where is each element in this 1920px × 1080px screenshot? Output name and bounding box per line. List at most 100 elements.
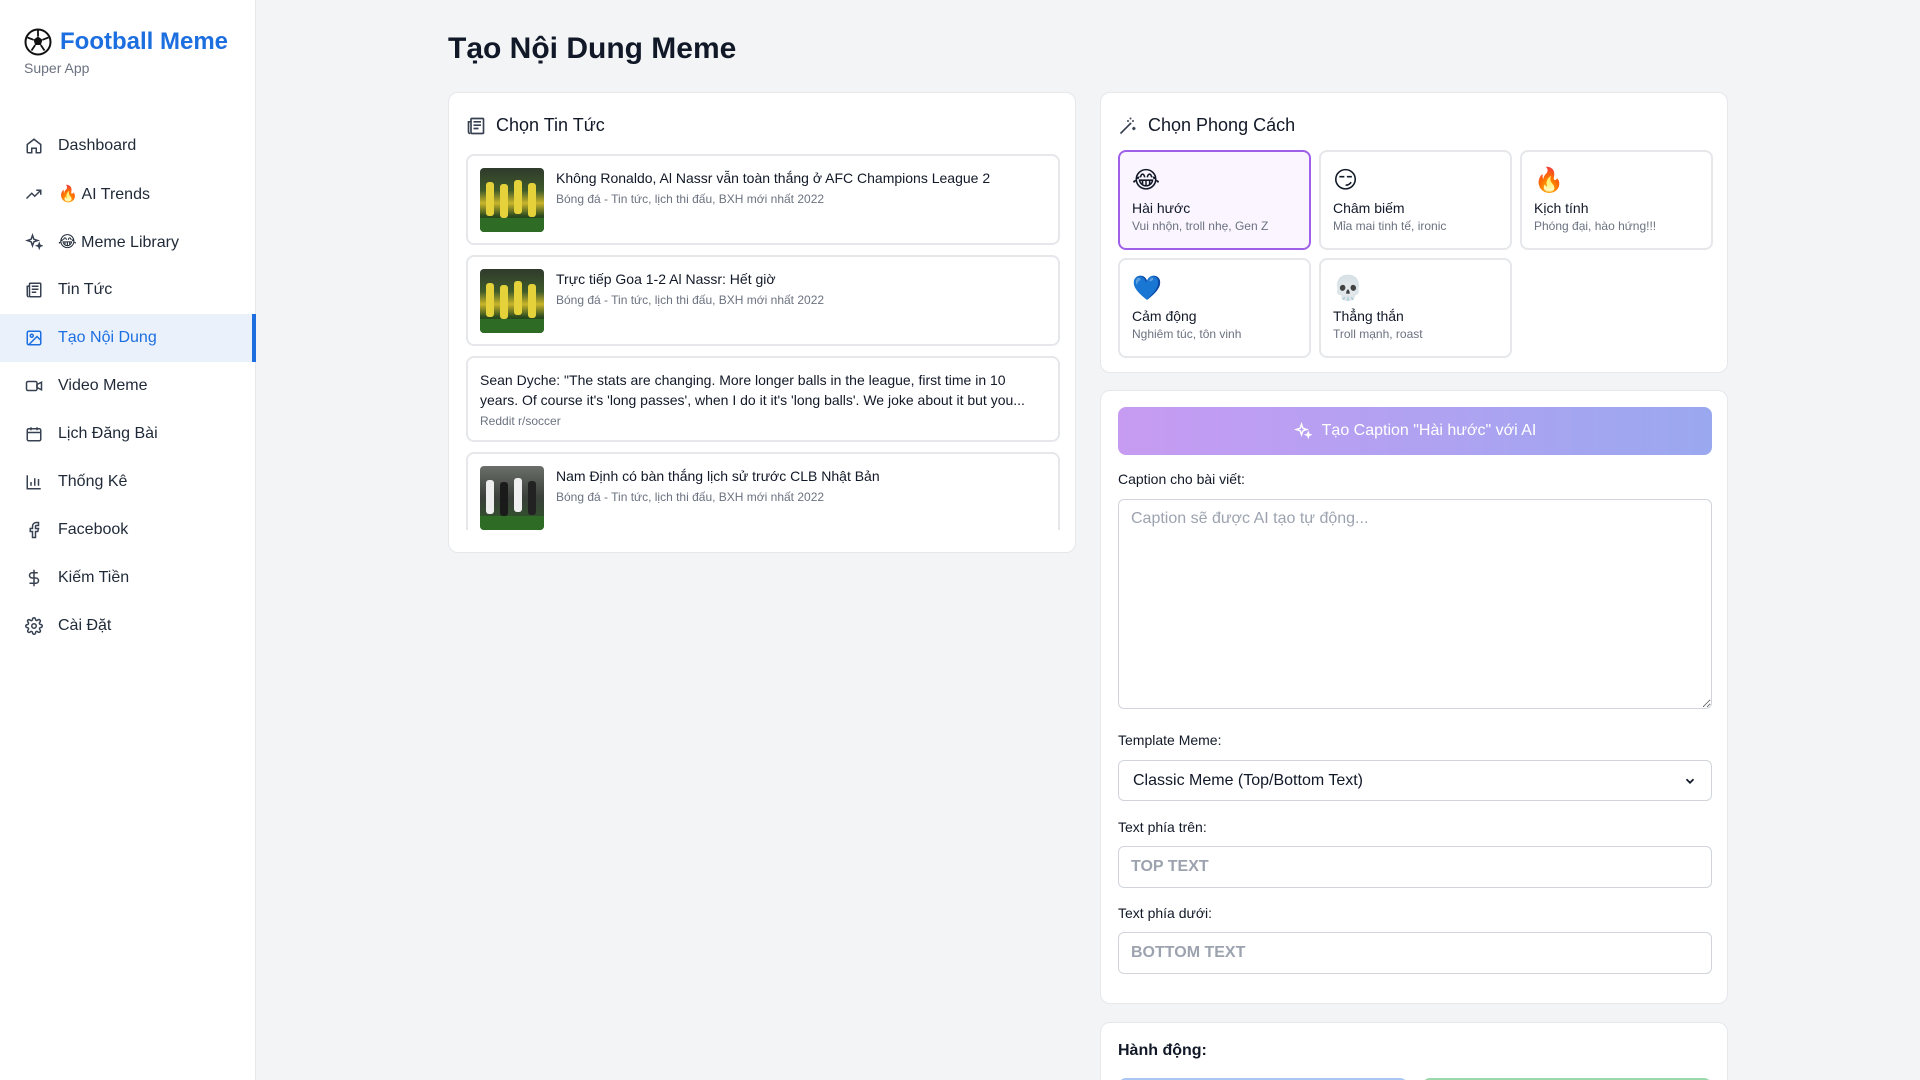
- brand: Football Meme Super App: [0, 0, 255, 76]
- news-title: Sean Dyche: "The stats are changing. Mor…: [480, 372, 1025, 408]
- actions-heading: Hành động:: [1118, 1042, 1207, 1059]
- sidebar-item-cai-dat[interactable]: Cài Đặt: [0, 602, 255, 650]
- style-option-cam-dong[interactable]: 💙 Cảm động Nghiêm túc, tôn vinh: [1118, 258, 1311, 358]
- style-option-thang-than[interactable]: 💀 Thẳng thắn Troll mạnh, roast: [1319, 258, 1512, 358]
- magic-wand-icon: [1119, 117, 1136, 134]
- sidebar-item-label: Facebook: [58, 521, 129, 538]
- sparkles-icon: [1293, 422, 1312, 440]
- sidebar-item-label: Thống Kê: [58, 473, 128, 490]
- style-name: Kịch tính: [1534, 200, 1589, 216]
- style-description: Nghiêm túc, tôn vinh: [1132, 327, 1242, 341]
- template-select[interactable]: Classic Meme (Top/Bottom Text): [1118, 760, 1712, 801]
- sidebar-item-label: Dashboard: [58, 137, 137, 154]
- news-heading: Chọn Tin Tức: [466, 115, 605, 136]
- news-source: Bóng đá - Tin tức, lịch thi đấu, BXH mới…: [556, 293, 825, 307]
- style-option-kich-tinh[interactable]: 🔥 Kịch tính Phóng đại, hào hứng!!!: [1520, 150, 1713, 250]
- style-description: Troll mạnh, roast: [1333, 327, 1423, 341]
- trending-up-icon: [24, 184, 44, 204]
- sidebar-item-label: Lịch Đăng Bài: [58, 425, 158, 442]
- style-option-cham-biem[interactable]: 😏 Châm biếm Mỉa mai tinh tế, ironic: [1319, 150, 1512, 250]
- calendar-icon: [24, 424, 44, 444]
- bar-chart-icon: [24, 472, 44, 492]
- sidebar-nav: Dashboard 🔥 AI Trends 😂 Meme Library Tin…: [0, 122, 256, 650]
- bottom-text-input[interactable]: [1118, 932, 1712, 974]
- caption-textarea[interactable]: [1118, 499, 1712, 709]
- news-item[interactable]: Sean Dyche: "The stats are changing. Mor…: [466, 356, 1060, 442]
- news-list[interactable]: Không Ronaldo, Al Nassr vẫn toàn thắng ở…: [466, 154, 1060, 530]
- news-thumbnail: [480, 168, 544, 232]
- sidebar-item-label: Meme Library: [81, 234, 179, 251]
- page-title: Tạo Nội Dung Meme: [448, 32, 737, 65]
- template-select-value: Classic Meme (Top/Bottom Text): [1133, 771, 1363, 789]
- sidebar-item-tao-noi-dung[interactable]: Tạo Nội Dung: [0, 314, 256, 362]
- sidebar-item-facebook[interactable]: Facebook: [0, 506, 255, 554]
- sidebar-item-label: Cài Đặt: [58, 617, 112, 634]
- sidebar-item-video-meme[interactable]: Video Meme: [0, 362, 255, 410]
- video-icon: [24, 376, 44, 396]
- laughing-emoji-icon: 😂: [58, 232, 77, 251]
- style-option-hai-huoc[interactable]: 😂 Hài hước Vui nhộn, troll nhẹ, Gen Z: [1118, 150, 1311, 250]
- sidebar-item-label: Video Meme: [58, 377, 148, 394]
- brand-subtitle: Super App: [24, 60, 90, 76]
- sidebar-item-label: Tin Tức: [58, 281, 113, 298]
- sidebar-item-lich-dang-bai[interactable]: Lịch Đăng Bài: [0, 410, 255, 458]
- home-icon: [24, 136, 44, 156]
- style-options: 😂 Hài hước Vui nhộn, troll nhẹ, Gen Z 😏 …: [1118, 150, 1713, 358]
- caption-form-card: Tạo Caption "Hài hước" với AI Caption ch…: [1100, 390, 1728, 1004]
- style-name: Châm biếm: [1333, 200, 1405, 216]
- sidebar-item-label: Kiếm Tiền: [58, 569, 130, 586]
- fire-emoji-icon: 🔥: [58, 184, 78, 203]
- top-text-input[interactable]: [1118, 846, 1712, 888]
- news-thumbnail: [480, 269, 544, 333]
- style-name: Thẳng thắn: [1333, 308, 1404, 324]
- news-item[interactable]: Không Ronaldo, Al Nassr vẫn toàn thắng ở…: [466, 154, 1060, 245]
- sidebar-item-tin-tuc[interactable]: Tin Tức: [0, 266, 255, 314]
- news-item[interactable]: Nam Định có bàn thắng lịch sử trước CLB …: [466, 452, 1060, 530]
- newspaper-icon: [24, 280, 44, 300]
- soccer-ball-icon: [24, 28, 52, 56]
- style-name: Cảm động: [1132, 308, 1197, 324]
- sidebar-item-meme-library[interactable]: 😂 Meme Library: [0, 218, 255, 266]
- news-source: Reddit r/soccer: [480, 414, 561, 428]
- top-text-label: Text phía trên:: [1118, 819, 1207, 835]
- news-card: Chọn Tin Tức Không Ronaldo, Al Nassr vẫn…: [448, 92, 1076, 553]
- fire-emoji-icon: 🔥: [1534, 166, 1564, 194]
- bottom-text-label: Text phía dưới:: [1118, 905, 1213, 921]
- brand-title[interactable]: Football Meme: [24, 26, 231, 58]
- facebook-icon: [24, 520, 44, 540]
- news-thumbnail: [480, 466, 544, 530]
- sidebar-item-ai-trends[interactable]: 🔥 AI Trends: [0, 170, 255, 218]
- laughing-emoji-icon: 😂: [1132, 166, 1161, 194]
- news-title: Nam Định có bàn thắng lịch sử trước CLB …: [556, 468, 880, 484]
- sidebar-item-kiem-tien[interactable]: Kiếm Tiền: [0, 554, 255, 602]
- news-heading-label: Chọn Tin Tức: [496, 115, 605, 135]
- template-label: Template Meme:: [1118, 732, 1222, 748]
- chevron-down-icon: [1685, 778, 1695, 784]
- sidebar-item-thong-ke[interactable]: Thống Kê: [0, 458, 255, 506]
- news-source: Bóng đá - Tin tức, lịch thi đấu, BXH mới…: [556, 490, 825, 504]
- gear-icon: [24, 616, 44, 636]
- skull-emoji-icon: 💀: [1333, 274, 1363, 302]
- style-heading-label: Chọn Phong Cách: [1148, 115, 1296, 135]
- style-heading: Chọn Phong Cách: [1118, 115, 1295, 136]
- sidebar-item-label: Tạo Nội Dung: [58, 329, 157, 346]
- sidebar-item-dashboard[interactable]: Dashboard: [0, 122, 255, 170]
- news-item[interactable]: Trực tiếp Goa 1-2 Al Nassr: Hết giờ Bóng…: [466, 255, 1060, 346]
- sparkles-icon: [24, 232, 44, 252]
- sidebar-item-label: AI Trends: [81, 186, 150, 203]
- generate-caption-button[interactable]: Tạo Caption "Hài hước" với AI: [1118, 407, 1712, 455]
- generate-caption-label: Tạo Caption "Hài hước" với AI: [1321, 422, 1537, 439]
- dollar-icon: [24, 568, 44, 588]
- style-card: Chọn Phong Cách 😂 Hài hước Vui nhộn, tro…: [1100, 92, 1728, 373]
- newspaper-icon: [467, 117, 485, 134]
- image-icon: [24, 328, 44, 348]
- news-title: Không Ronaldo, Al Nassr vẫn toàn thắng ở…: [556, 170, 991, 186]
- news-title: Trực tiếp Goa 1-2 Al Nassr: Hết giờ: [556, 271, 776, 287]
- style-description: Vui nhộn, troll nhẹ, Gen Z: [1132, 219, 1269, 233]
- smirk-emoji-icon: 😏: [1333, 166, 1359, 194]
- actions-card: Hành động:: [1100, 1022, 1728, 1080]
- sidebar: Football Meme Super App Dashboard 🔥 AI T…: [0, 0, 256, 1080]
- brand-name: Football Meme: [60, 28, 229, 55]
- news-source: Bóng đá - Tin tức, lịch thi đấu, BXH mới…: [556, 192, 825, 206]
- style-name: Hài hước: [1132, 200, 1191, 216]
